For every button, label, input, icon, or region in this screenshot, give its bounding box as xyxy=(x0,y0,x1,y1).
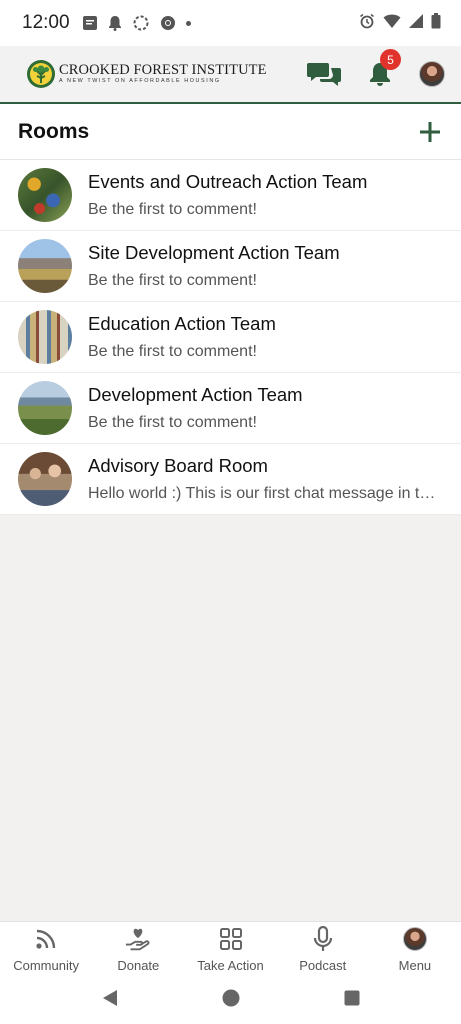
room-image xyxy=(18,239,72,293)
room-item[interactable]: Advisory Board Room Hello world :) This … xyxy=(0,444,461,515)
notification-bell-icon xyxy=(108,15,122,31)
room-image xyxy=(18,168,72,222)
room-item[interactable]: Development Action Team Be the first to … xyxy=(0,373,461,444)
room-image xyxy=(18,452,72,506)
logo-subtitle: A NEW TWIST ON AFFORDABLE HOUSING xyxy=(59,78,221,84)
nav-label: Menu xyxy=(398,958,432,973)
chrome-icon xyxy=(160,15,176,31)
room-last-message: Be the first to comment! xyxy=(88,343,257,360)
nav-take-action[interactable]: Take Action xyxy=(184,922,276,977)
room-name: Site Development Action Team xyxy=(88,242,340,263)
rooms-panel: Rooms Events and Outreach Action Team Be… xyxy=(0,104,461,515)
home-icon[interactable] xyxy=(222,989,240,1012)
back-icon[interactable] xyxy=(102,989,118,1012)
room-last-message: Be the first to comment! xyxy=(88,414,257,431)
avatar xyxy=(402,927,427,951)
nav-donate[interactable]: Donate xyxy=(92,922,184,977)
recents-icon[interactable] xyxy=(344,990,360,1011)
room-image xyxy=(18,381,72,435)
chat-button[interactable] xyxy=(307,57,341,91)
room-image xyxy=(18,310,72,364)
more-notifications-dot-icon xyxy=(185,20,191,26)
nav-label: Podcast xyxy=(299,958,347,973)
tree-logo-icon xyxy=(27,60,55,88)
nav-label: Donate xyxy=(117,958,160,973)
user-avatar[interactable] xyxy=(419,61,445,87)
room-name: Development Action Team xyxy=(88,384,303,405)
room-name: Advisory Board Room xyxy=(88,455,268,476)
nav-label: Take Action xyxy=(197,958,264,973)
wifi-icon xyxy=(383,13,401,34)
system-nav-bar xyxy=(0,977,461,1024)
room-last-message: Be the first to comment! xyxy=(88,272,257,289)
page-title: Rooms xyxy=(18,119,90,143)
message-icon xyxy=(82,15,98,31)
bottom-nav: Community Donate Take Action Podcast Men… xyxy=(0,921,461,977)
logo-title: CROOKED FOREST INSTITUTE xyxy=(59,62,267,78)
room-item[interactable]: Site Development Action Team Be the firs… xyxy=(0,231,461,302)
notifications-button[interactable]: 5 xyxy=(365,49,401,91)
app-header: CROOKED FOREST INSTITUTE A NEW TWIST ON … xyxy=(0,46,461,104)
logo[interactable]: CROOKED FOREST INSTITUTE A NEW TWIST ON … xyxy=(26,59,267,89)
sync-icon xyxy=(132,14,150,32)
status-bar: 12:00 xyxy=(0,0,461,46)
room-name: Education Action Team xyxy=(88,313,276,334)
room-item[interactable]: Events and Outreach Action Team Be the f… xyxy=(0,160,461,231)
nav-podcast[interactable]: Podcast xyxy=(277,922,369,977)
rooms-header: Rooms xyxy=(0,104,461,160)
notification-count-badge: 5 xyxy=(380,49,401,70)
add-room-button[interactable] xyxy=(417,119,443,145)
status-time: 12:00 xyxy=(22,12,70,33)
plus-icon xyxy=(420,121,440,142)
room-item[interactable]: Education Action Team Be the first to co… xyxy=(0,302,461,373)
battery-icon xyxy=(431,12,441,34)
nav-label: Community xyxy=(13,958,79,973)
room-name: Events and Outreach Action Team xyxy=(88,171,368,192)
nav-community[interactable]: Community xyxy=(0,922,92,977)
room-last-message: Hello world :) This is our first chat me… xyxy=(88,485,443,502)
room-last-message: Be the first to comment! xyxy=(88,201,257,218)
rss-icon xyxy=(32,925,60,953)
menu-avatar xyxy=(401,925,429,953)
heart-hand-icon xyxy=(124,925,152,953)
microphone-icon xyxy=(309,925,337,953)
chat-bubbles-icon xyxy=(307,63,341,86)
alarm-icon xyxy=(359,13,375,34)
grid-icon xyxy=(217,925,245,953)
nav-menu[interactable]: Menu xyxy=(369,922,461,977)
cellular-signal-icon xyxy=(409,13,423,33)
